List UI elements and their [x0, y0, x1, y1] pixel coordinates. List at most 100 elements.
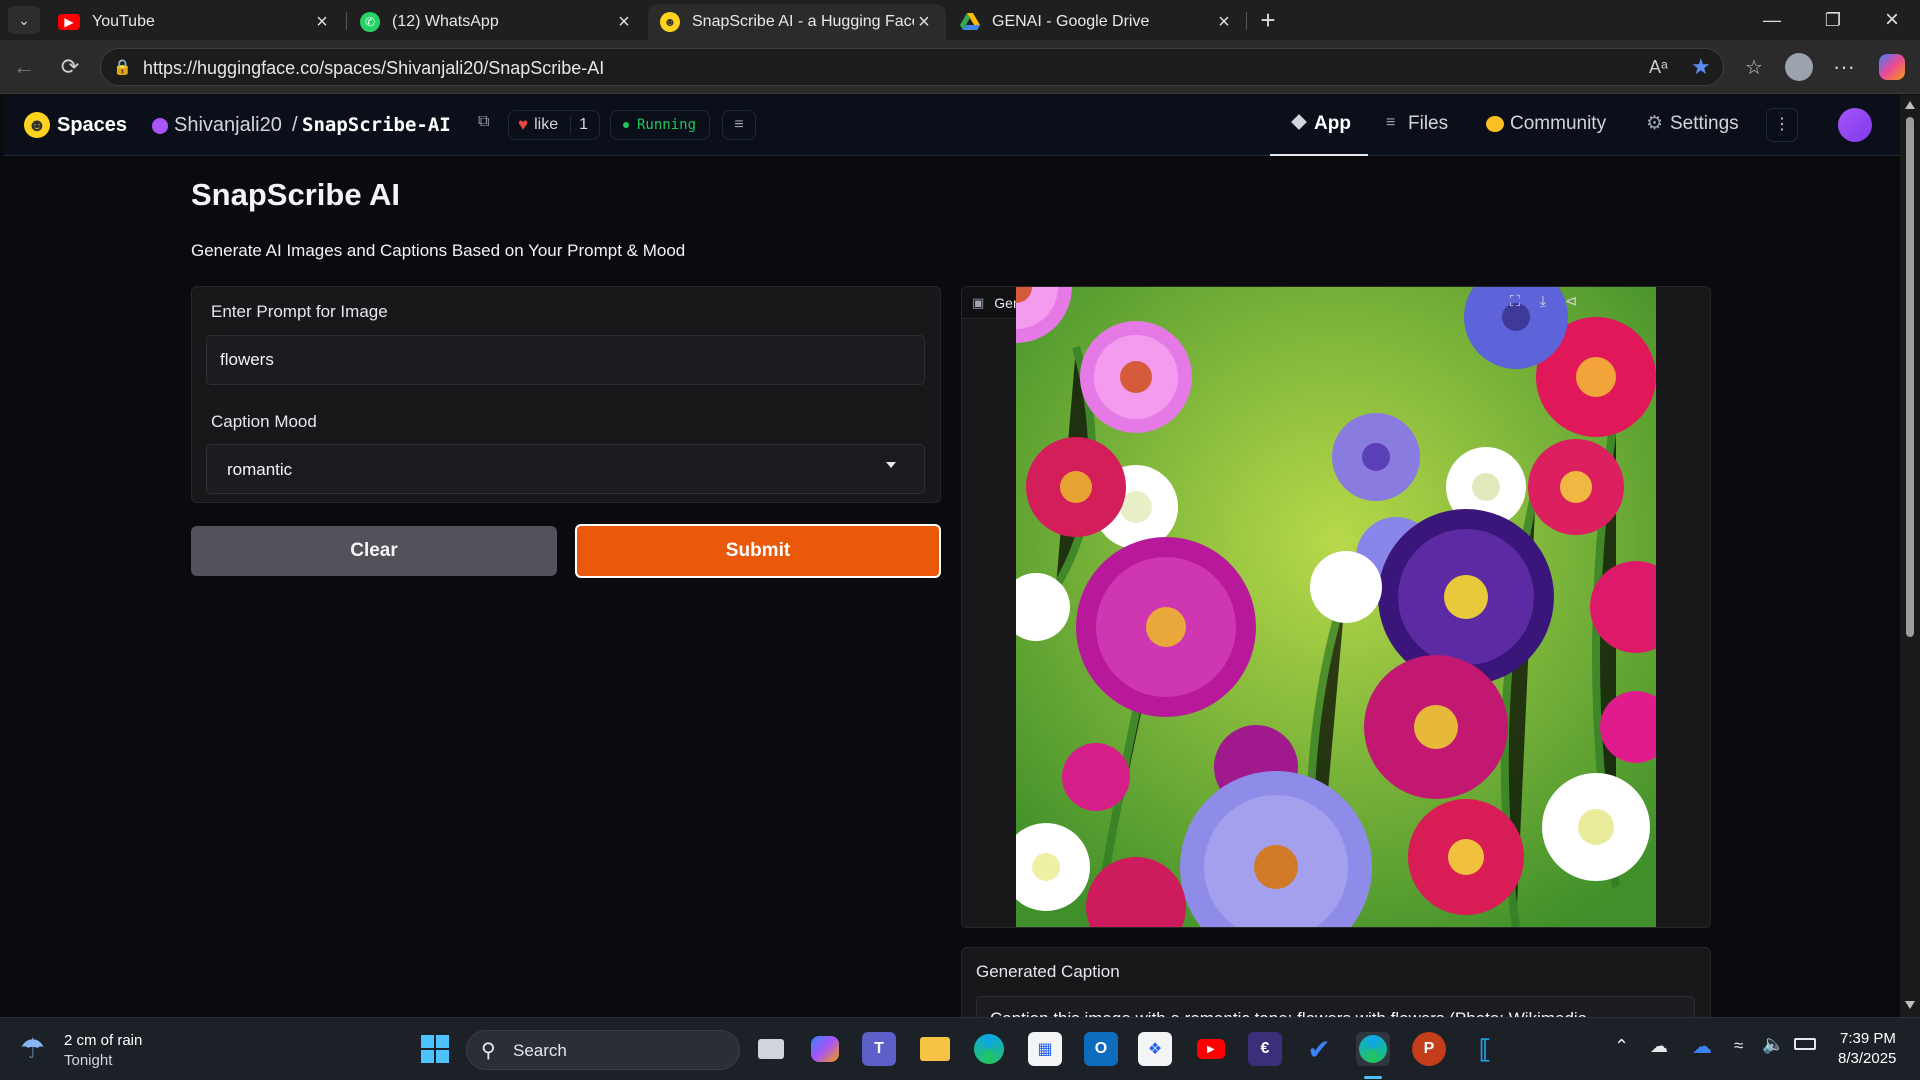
app-subtitle: Generate AI Images and Captions Based on… [191, 241, 686, 260]
battery-icon[interactable] [1794, 1038, 1816, 1050]
task-view-icon[interactable] [754, 1032, 788, 1066]
tab-google-drive[interactable]: GENAI - Google Drive × [948, 4, 1246, 40]
mood-dropdown[interactable]: romantic [206, 444, 925, 494]
profile-avatar[interactable] [1781, 49, 1817, 85]
hugging-face-icon: ☻ [660, 12, 680, 32]
chevron-up-icon[interactable]: ⌃ [1614, 1036, 1629, 1057]
clear-button[interactable]: Clear [191, 526, 557, 576]
youtube-taskbar-icon[interactable]: ▶ [1194, 1032, 1228, 1066]
refresh-icon[interactable]: ⟳ [52, 49, 88, 85]
files-icon: ≡ [1386, 114, 1396, 131]
volume-icon[interactable]: 🔈 [1762, 1034, 1784, 1055]
community-icon [1486, 116, 1504, 132]
tab-files-label: Files [1408, 113, 1449, 134]
more-actions-button[interactable]: ⋮ [1766, 108, 1798, 142]
tab-youtube[interactable]: ▶ YouTube × [46, 4, 344, 40]
scroll-thumb[interactable] [1906, 117, 1914, 637]
like-button[interactable]: ♥ like 1 [508, 110, 600, 140]
scroll-up-icon[interactable] [1905, 101, 1915, 109]
status-badge[interactable]: Running [610, 110, 710, 140]
read-aloud-icon[interactable]: Aᵃ [1649, 57, 1668, 78]
onedrive-icon[interactable]: ☁ [1692, 1034, 1712, 1059]
close-window-icon[interactable]: × [1864, 0, 1920, 40]
mood-label: Caption Mood [211, 412, 317, 431]
weather-subtext: Tonight [64, 1052, 113, 1069]
address-bar[interactable]: 🔒 https://huggingface.co/spaces/Shivanja… [100, 48, 1724, 86]
tab-title: GENAI - Google Drive [992, 13, 1150, 30]
more-options-icon[interactable]: ··· [1826, 49, 1862, 85]
tab-files[interactable]: ≡ Files [1382, 95, 1482, 156]
weather-text[interactable]: 2 cm of rain [64, 1032, 142, 1049]
copy-icon[interactable]: ⧉ [478, 113, 489, 131]
tab-settings[interactable]: ⚙ Settings [1646, 95, 1776, 156]
close-tab-icon[interactable]: × [1214, 11, 1234, 34]
back-icon[interactable]: ← [6, 49, 42, 85]
chevron-down-icon [886, 462, 896, 468]
scroll-down-icon[interactable] [1905, 1001, 1915, 1009]
youtube-icon: ▶ [58, 14, 80, 30]
teams-icon[interactable]: T [862, 1032, 896, 1066]
browser-toolbar: ← ⟳ 🔒 https://huggingface.co/spaces/Shiv… [0, 40, 1920, 94]
prompt-input[interactable]: flowers [206, 335, 925, 385]
generated-image[interactable] [1016, 287, 1656, 927]
user-avatar[interactable] [1838, 108, 1872, 142]
like-label: like [534, 116, 559, 133]
taskbar-search-box[interactable]: ⚲ Search [466, 1030, 740, 1070]
logs-icon: ≡ [734, 116, 744, 133]
browser-tab-strip: ⌄ ▶ YouTube × ✆ (12) WhatsApp × ☻ SnapSc… [0, 0, 1920, 40]
clock-date[interactable]: 8/3/2025 [1838, 1050, 1896, 1067]
file-explorer-icon[interactable] [918, 1032, 952, 1066]
tab-whatsapp[interactable]: ✆ (12) WhatsApp × [348, 4, 646, 40]
photos-icon[interactable]: ❖ [1138, 1032, 1172, 1066]
hugging-face-logo-icon: ☻ [24, 112, 50, 138]
close-tab-icon[interactable]: × [914, 11, 934, 34]
flowers-image [1016, 287, 1656, 927]
spaces-link[interactable]: Spaces [57, 114, 127, 137]
clock-time[interactable]: 7:39 PM [1840, 1030, 1896, 1047]
restore-icon[interactable]: ❐ [1805, 0, 1861, 40]
repo-name[interactable]: SnapScribe-AI [302, 114, 451, 136]
tab-snapscribe[interactable]: ☻ SnapScribe AI - a Hugging Face Space × [648, 4, 946, 40]
google-drive-icon [960, 12, 980, 32]
minimize-icon[interactable]: — [1744, 0, 1800, 40]
tab-community[interactable]: Community [1486, 95, 1636, 156]
close-tab-icon[interactable]: × [614, 11, 634, 34]
fullscreen-icon[interactable]: ⛶ [1502, 289, 1528, 315]
url-text: https://huggingface.co/spaces/Shivanjali… [143, 58, 605, 78]
tab-title: YouTube [92, 13, 155, 30]
favorite-star-icon[interactable]: ★ [1691, 54, 1711, 80]
page-scrollbar[interactable] [1900, 95, 1920, 1017]
tab-app[interactable]: App [1270, 95, 1368, 156]
rain-weather-icon[interactable]: ☂ [20, 1032, 45, 1065]
image-icon: ▣ [972, 294, 985, 310]
mood-value: romantic [227, 460, 293, 479]
eclipse-icon[interactable]: € [1248, 1032, 1282, 1066]
submit-button[interactable]: Submit [575, 524, 941, 578]
prompt-label: Enter Prompt for Image [211, 302, 388, 321]
outlook-icon[interactable]: O [1084, 1032, 1118, 1066]
download-icon[interactable]: ⤓ [1530, 289, 1556, 315]
wifi-icon[interactable]: ≈ [1734, 1036, 1743, 1056]
search-placeholder: Search [513, 1041, 567, 1060]
microsoft-store-icon[interactable]: ▦ [1028, 1032, 1062, 1066]
todo-icon[interactable]: ✔ [1302, 1032, 1336, 1066]
owner-link[interactable]: Shivanjali20 [174, 114, 282, 137]
new-tab-icon[interactable]: + [1252, 4, 1284, 36]
edge-active-icon[interactable] [1356, 1032, 1390, 1066]
caption-label: Generated Caption [976, 962, 1120, 981]
edge-icon[interactable] [972, 1032, 1006, 1066]
logs-button[interactable]: ≡ [722, 110, 756, 140]
windows-start-icon[interactable] [418, 1032, 452, 1066]
tab-settings-label: Settings [1670, 113, 1739, 134]
powerpoint-icon[interactable]: P [1412, 1032, 1446, 1066]
vscode-icon[interactable]: ⟦ [1468, 1032, 1502, 1066]
tab-actions-menu-icon[interactable]: ⌄ [8, 6, 40, 34]
copilot-taskbar-icon[interactable] [808, 1032, 842, 1066]
favorites-icon[interactable]: ☆ [1736, 49, 1772, 85]
gradio-app: SnapScribe AI Generate AI Images and Cap… [4, 157, 1900, 1046]
security-icon[interactable]: ☁ [1650, 1036, 1668, 1057]
copilot-icon[interactable] [1874, 49, 1910, 85]
site-info-icon[interactable]: 🔒 [113, 58, 132, 76]
close-tab-icon[interactable]: × [312, 11, 332, 34]
share-icon[interactable]: ⊲ [1558, 289, 1584, 315]
